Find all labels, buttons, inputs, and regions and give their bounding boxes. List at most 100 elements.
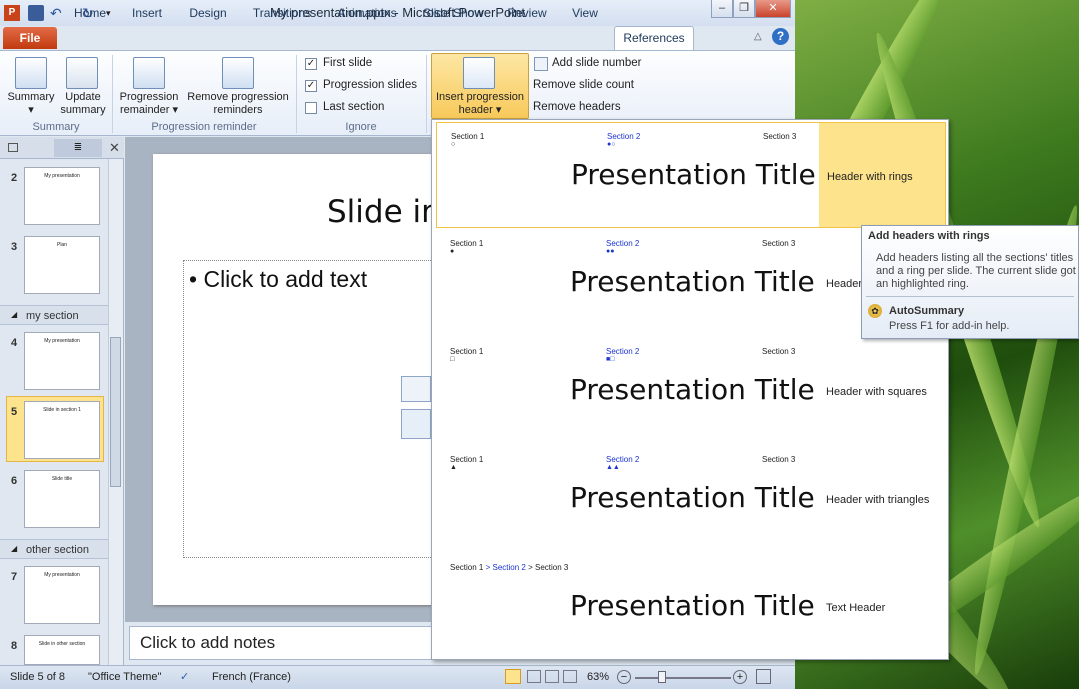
insert-table-icon[interactable] <box>401 376 431 402</box>
tab-view[interactable]: View <box>564 2 606 24</box>
collapse-section-icon[interactable]: ◢ <box>11 544 17 553</box>
update-summary-button[interactable]: Update summary <box>58 91 108 117</box>
tab-design[interactable]: Design <box>184 2 232 24</box>
gallery-preview: Section 1 Section 2 Section 3 ▲ ▲▲ Prese… <box>436 446 818 550</box>
gallery-item-squares[interactable]: Section 1 Section 2 Section 3 □ ■□ Prese… <box>436 338 946 444</box>
gallery-item-label: Header with triangles <box>826 494 930 506</box>
update-summary-icon <box>66 57 98 89</box>
slides-tab-icon[interactable] <box>8 143 18 152</box>
section-label-current: Section 2 <box>606 239 640 248</box>
minimize-ribbon-icon[interactable]: △ <box>754 31 762 42</box>
slide-thumbnail-selected[interactable]: Slide in section 1 <box>24 401 100 459</box>
first-slide-checkbox[interactable]: ✓ <box>305 58 317 70</box>
gallery-item-text[interactable]: Section 1 > Section 2 > Section 3 Presen… <box>436 554 946 660</box>
gallery-item-label: Header with rings <box>827 171 913 183</box>
section-label: Section 3 <box>763 132 797 141</box>
minimize-button[interactable]: – <box>711 0 733 18</box>
spellcheck-icon[interactable]: ✓ <box>180 666 189 688</box>
slide-number: 7 <box>11 571 18 583</box>
remove-headers-button[interactable]: Remove headers <box>533 98 621 116</box>
slide-title[interactable]: Slide in <box>327 194 441 230</box>
tab-slide-show[interactable]: Slide Show <box>418 2 488 24</box>
slide-number: 3 <box>11 241 18 253</box>
help-icon[interactable]: ? <box>772 28 789 45</box>
slide-thumbnail[interactable]: Slide title <box>24 470 100 528</box>
tab-review[interactable]: Review <box>502 2 552 24</box>
tab-home[interactable]: Home <box>68 2 112 24</box>
language-indicator[interactable]: French (France) <box>212 666 291 688</box>
tab-file[interactable]: File <box>3 27 57 49</box>
section-label: Section 3 <box>762 347 796 356</box>
tooltip-body: Add headers listing all the sections' ti… <box>876 252 1076 290</box>
gallery-item-label: Header <box>826 278 863 290</box>
insert-picture-icon[interactable] <box>401 409 431 439</box>
slide-sorter-icon[interactable] <box>527 670 541 683</box>
progression-remainder-button[interactable]: Progression remainder ▾ <box>116 91 182 117</box>
collapse-section-icon[interactable]: ◢ <box>11 310 17 319</box>
gallery-item-label: Header with squares <box>826 386 927 398</box>
fit-to-window-icon[interactable] <box>756 669 771 684</box>
current-slide: Slide in • Click to add text <box>153 154 453 605</box>
progression-slides-checkbox[interactable]: ✓ <box>305 80 317 92</box>
tab-insert[interactable]: Insert <box>126 2 168 24</box>
section-label-current: Section 2 <box>606 347 640 356</box>
breadcrumb-header: Section 1 > Section 2 > Section 3 <box>450 563 569 572</box>
zoom-in-icon[interactable]: + <box>733 670 747 684</box>
preview-title: Presentation Title <box>570 265 815 298</box>
tooltip-title: Add headers with rings <box>868 230 990 242</box>
add-slide-number-button[interactable]: Add slide number <box>552 54 642 72</box>
slide-thumbnail[interactable]: Plan <box>24 236 100 294</box>
gallery-item-triangles[interactable]: Section 1 Section 2 Section 3 ▲ ▲▲ Prese… <box>436 446 946 552</box>
summary-icon <box>15 57 47 89</box>
square-markers-current: ■□ <box>606 356 615 363</box>
last-section-checkbox[interactable] <box>305 102 317 114</box>
restore-button[interactable]: ❐ <box>733 0 755 18</box>
tab-transitions[interactable]: Transitions <box>248 2 316 24</box>
outline-tab-icon[interactable]: ≣ <box>54 139 102 157</box>
normal-view-icon[interactable] <box>505 669 521 684</box>
ring-markers: ○ <box>451 141 456 148</box>
group-separator <box>426 55 427 133</box>
zoom-out-icon[interactable]: − <box>617 670 631 684</box>
gallery-preview: Section 1 > Section 2 > Section 3 Presen… <box>436 554 818 658</box>
dot-markers-current: ●● <box>606 248 615 255</box>
section-label: Section 3 <box>762 239 796 248</box>
slide-number: 5 <box>11 406 18 418</box>
triangle-markers: ▲ <box>450 464 457 471</box>
zoom-level[interactable]: 63% <box>587 666 609 688</box>
slide-thumbnail[interactable]: My presentation <box>24 332 100 390</box>
ring-markers-current: ●○ <box>607 141 616 148</box>
remove-reminders-icon <box>222 57 254 89</box>
zoom-slider-thumb[interactable] <box>658 671 666 683</box>
first-slide-label: First slide <box>323 57 373 69</box>
theme-indicator: "Office Theme" <box>88 671 162 683</box>
summary-button[interactable]: Summary ▾ <box>4 91 58 117</box>
summary-group-label: Summary <box>32 121 80 133</box>
notes-pane[interactable]: Click to add notes <box>129 626 435 660</box>
slide-thumbnail[interactable]: My presentation <box>24 566 100 624</box>
tooltip-help: Press F1 for add-in help. <box>889 320 1010 332</box>
slide-thumbnail[interactable]: Slide in other section <box>24 635 100 665</box>
insert-header-icon <box>463 57 495 89</box>
progression-group-label: Progression reminder <box>151 121 257 133</box>
tab-animations[interactable]: Animations <box>332 2 402 24</box>
tab-references[interactable]: References <box>614 26 694 51</box>
remove-slide-count-button[interactable]: Remove slide count <box>533 76 634 94</box>
panel-scroll-thumb[interactable] <box>110 337 121 487</box>
slide-show-icon[interactable] <box>563 670 577 683</box>
slide-thumbnail[interactable]: My presentation <box>24 167 100 225</box>
close-button[interactable]: ✕ <box>755 0 791 18</box>
close-panel-icon[interactable]: ✕ <box>109 140 120 156</box>
remove-reminders-button[interactable]: Remove progression reminders <box>184 91 292 117</box>
slide-number: 2 <box>11 172 18 184</box>
square-markers: □ <box>450 356 455 363</box>
add-slide-number-icon <box>534 57 548 71</box>
slides-panel: ≣ ✕ 2 My presentation 3 Plan my section … <box>0 137 124 665</box>
progression-remainder-icon <box>133 57 165 89</box>
zoom-slider[interactable] <box>635 677 731 679</box>
preview-title: Presentation Title <box>570 481 815 514</box>
status-bar: Slide 5 of 8 "Office Theme" ✓ French (Fr… <box>0 665 795 689</box>
last-section-label: Last section <box>323 101 385 113</box>
gallery-item-rings[interactable]: Section 1 Section 2 Section 3 ○ ●○ Prese… <box>436 122 946 228</box>
reading-view-icon[interactable] <box>545 670 559 683</box>
